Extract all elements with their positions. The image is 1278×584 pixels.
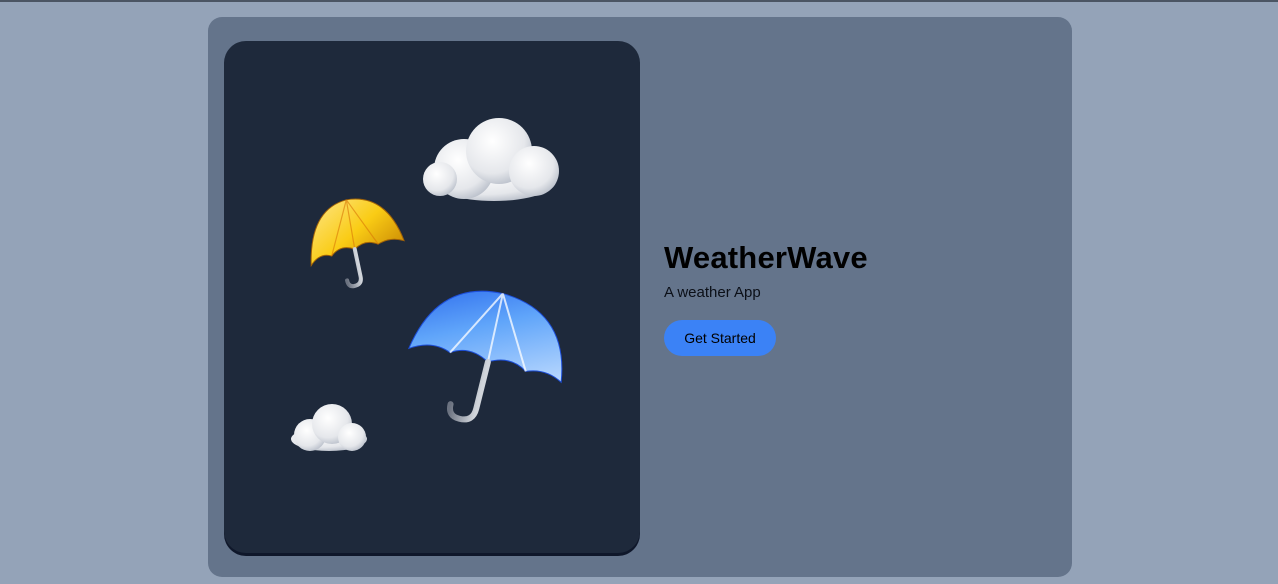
app-title: WeatherWave bbox=[664, 240, 868, 275]
small-cloud-icon bbox=[291, 404, 367, 451]
hero-text-block: WeatherWave A weather App Get Started bbox=[664, 239, 1044, 356]
window-top-border bbox=[0, 0, 1278, 2]
get-started-button[interactable]: Get Started bbox=[664, 320, 776, 356]
yellow-umbrella-icon bbox=[310, 198, 405, 289]
hero-illustration-panel bbox=[224, 41, 640, 553]
cloud-icon bbox=[423, 118, 559, 201]
hero-card: WeatherWave A weather App Get Started bbox=[208, 17, 1072, 577]
blue-umbrella-icon bbox=[407, 290, 563, 423]
app-subtitle: A weather App bbox=[664, 284, 761, 301]
